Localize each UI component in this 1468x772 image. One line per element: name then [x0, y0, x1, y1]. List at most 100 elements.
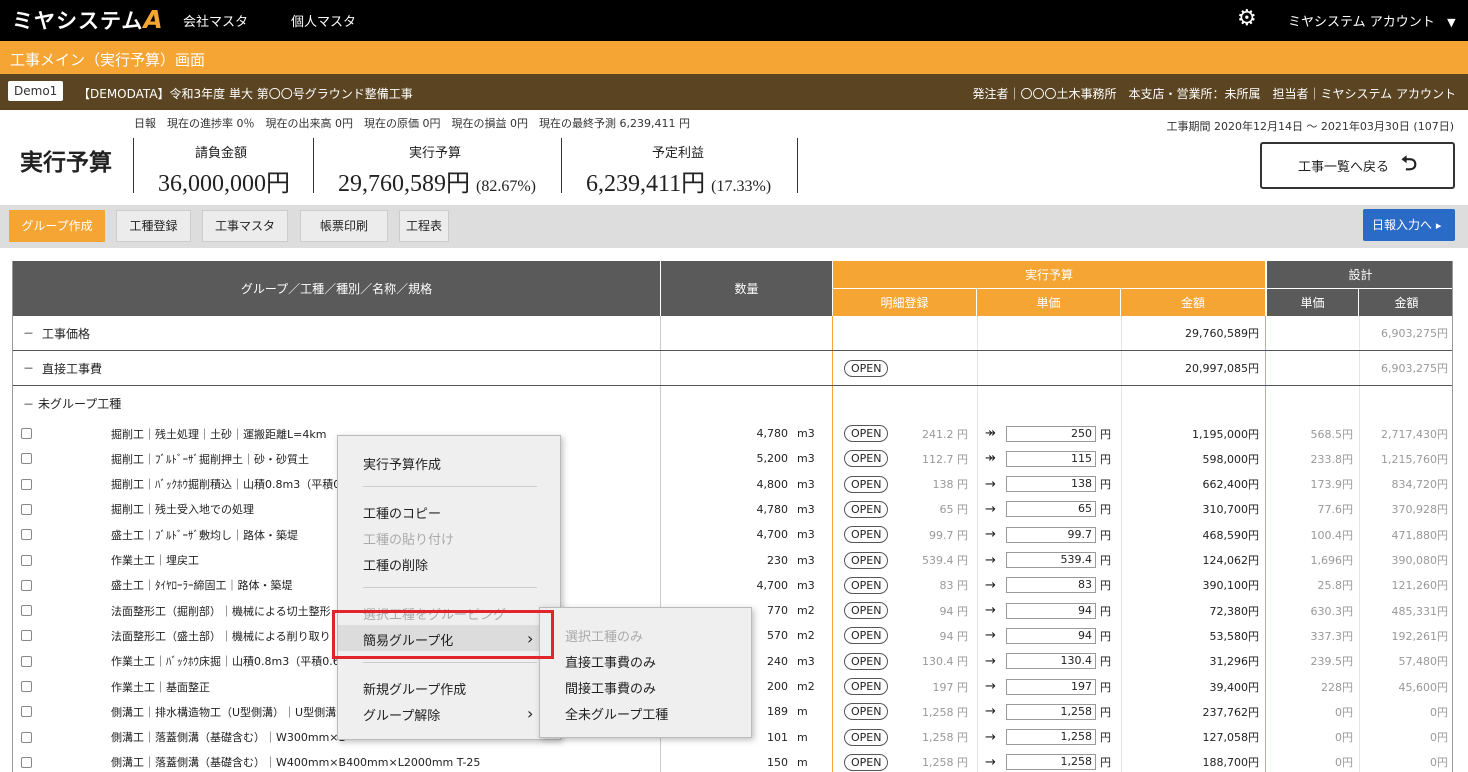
register-work-button[interactable]: 工種登録 — [116, 210, 191, 242]
col-header-name: グループ／工種／種別／名称／規格 — [13, 261, 660, 316]
col-header-budget: 実行予算 — [833, 261, 1265, 288]
base-unit-price: 94 円 — [939, 604, 969, 618]
open-button[interactable]: OPEN — [844, 359, 889, 377]
group-row-ungrouped[interactable]: － 未グループ工種 — [13, 386, 1452, 421]
unit-price-input[interactable]: 197 — [1006, 678, 1096, 695]
table-row[interactable]: 側溝工｜落蓋側溝（基礎含む）｜W400mm×B400mm×L2000mm T-2… — [13, 750, 1452, 772]
base-unit-price: 1,258 円 — [922, 731, 968, 745]
menu-create-budget[interactable]: 実行予算作成 — [363, 454, 441, 473]
unit-price-input[interactable]: 539.4 — [1006, 552, 1096, 568]
unit-price-input[interactable]: 94 — [1006, 602, 1096, 619]
amount: 598,000円 — [1202, 452, 1260, 466]
row-checkbox[interactable] — [21, 529, 32, 541]
menu-ungroup[interactable]: グループ解除 — [363, 705, 440, 724]
submenu-indirect-only[interactable]: 間接工事費のみ — [565, 678, 656, 697]
unit-price-input[interactable]: 115 — [1006, 450, 1096, 467]
design-amount: 485,331円 — [1391, 604, 1449, 618]
row-checkbox[interactable] — [21, 503, 32, 515]
row-checkbox[interactable] — [21, 756, 32, 768]
unit: m — [797, 730, 808, 744]
table-row[interactable]: 掘削工｜残土処理｜土砂｜運搬距離L=4km 4,780 m3 OPEN 241.2 円 ↠… — [13, 421, 1452, 446]
design-unit-price: 337.3円 — [1310, 629, 1354, 643]
design-unit-price: 173.9円 — [1310, 478, 1354, 492]
unit-price-input[interactable]: 1,258 — [1006, 703, 1096, 720]
open-button[interactable]: OPEN — [844, 551, 889, 569]
row-checkbox[interactable] — [21, 428, 32, 439]
daily-report-button[interactable]: 日報入力へ ▸ — [1363, 209, 1455, 241]
submenu-direct-only[interactable]: 直接工事費のみ — [565, 652, 656, 671]
row-checkbox[interactable] — [21, 579, 32, 591]
open-button[interactable]: OPEN — [844, 678, 889, 695]
base-unit-price: 99.7 円 — [929, 528, 968, 542]
row-checkbox[interactable] — [21, 655, 32, 667]
quantity: 770 — [767, 604, 788, 618]
yen-label: 円 — [1100, 604, 1111, 618]
row-checkbox[interactable] — [21, 453, 32, 465]
open-button[interactable]: OPEN — [844, 728, 889, 746]
table-row[interactable]: 掘削工｜ﾌﾞﾙﾄﾞｰｻﾞ掘削押土｜砂・砂質土 5,200 m3 OPEN 112.7 円… — [13, 446, 1452, 471]
row-checkbox[interactable] — [21, 554, 32, 566]
contract-label: 請負金額 — [195, 146, 248, 161]
unit-price-input[interactable]: 99.7 — [1006, 526, 1096, 543]
open-button[interactable]: OPEN — [844, 500, 889, 518]
unit-price-input[interactable]: 1,258 — [1006, 754, 1096, 771]
unit-price-input[interactable]: 65 — [1006, 501, 1096, 518]
design-unit-price: 0円 — [1335, 705, 1353, 719]
collapse-toggle[interactable]: － — [23, 351, 34, 385]
open-button[interactable]: OPEN — [844, 526, 889, 544]
context-menu: 実行予算作成 工種のコピー 工種の貼り付け 工種の削除 選択工種をグルーピング … — [337, 435, 561, 740]
unit-price-input[interactable]: 83 — [1006, 577, 1096, 594]
menu-new-group[interactable]: 新規グループ作成 — [363, 679, 466, 698]
open-button[interactable]: OPEN — [844, 627, 889, 645]
unit: m3 — [797, 452, 815, 466]
yen-label: 円 — [1100, 731, 1111, 745]
amount: 31,296円 — [1209, 655, 1260, 669]
yen-label: 円 — [1100, 579, 1111, 593]
row-checkbox[interactable] — [21, 605, 32, 617]
collapse-toggle[interactable]: － — [23, 386, 34, 421]
table-row[interactable]: 盛土工｜ﾀｲﾔﾛｰﾗｰ締固工｜路体・築堤 4,700 m3 OPEN 83 円 → 83 円 3… — [13, 573, 1452, 598]
row-checkbox[interactable] — [21, 706, 32, 718]
col-header-design-amount: 金額 — [1359, 289, 1452, 316]
back-to-list-button[interactable]: 工事一覧へ戻る ⮌ — [1260, 142, 1455, 189]
open-button[interactable]: OPEN — [844, 576, 889, 594]
group-row-construction-price[interactable]: － 工事価格 29,760,589円 6,903,275円 — [13, 316, 1452, 351]
create-group-button[interactable]: グループ作成 — [9, 210, 105, 242]
collapse-toggle[interactable]: － — [23, 316, 34, 350]
row-checkbox[interactable] — [21, 478, 32, 490]
open-button[interactable]: OPEN — [844, 450, 889, 468]
nav-personal-master[interactable]: 個人マスタ — [291, 11, 356, 30]
table-row[interactable]: 掘削工｜残土受入地での処理 4,780 m3 OPEN 65 円 → 65 円 310,700円… — [13, 497, 1452, 522]
design-amount: 45,600円 — [1398, 680, 1449, 694]
table-row[interactable]: 掘削工｜ﾊﾞｯｸﾎｳ掘削積込｜山積0.8m3（平積0.6 4,800 m3 OPEN 1… — [13, 472, 1452, 497]
unit-price-input[interactable]: 94 — [1006, 627, 1096, 644]
open-button[interactable]: OPEN — [844, 475, 889, 493]
schedule-button[interactable]: 工程表 — [399, 210, 449, 242]
open-button[interactable]: OPEN — [844, 753, 889, 771]
open-button[interactable]: OPEN — [844, 652, 889, 670]
work-master-button[interactable]: 工事マスタ — [202, 210, 288, 242]
unit-price-input[interactable]: 250 — [1006, 425, 1096, 442]
base-unit-price: 83 円 — [939, 579, 969, 593]
unit-price-input[interactable]: 130.4 — [1006, 653, 1096, 670]
row-checkbox[interactable] — [21, 731, 32, 743]
table-row[interactable]: 盛土工｜ﾌﾞﾙﾄﾞｰｻﾞ敷均し｜路体・築堤 4,700 m3 OPEN 99.7 円 → 9… — [13, 522, 1452, 547]
unit-price-input[interactable]: 1,258 — [1006, 729, 1096, 746]
submenu-all-ungrouped[interactable]: 全未グループ工種 — [565, 704, 668, 723]
base-unit-price: 138 円 — [932, 478, 969, 492]
menu-delete-work[interactable]: 工種の削除 — [363, 555, 428, 574]
gear-icon[interactable]: ⚙ — [1237, 8, 1257, 30]
row-checkbox[interactable] — [21, 681, 32, 692]
open-button[interactable]: OPEN — [844, 602, 889, 620]
open-button[interactable]: OPEN — [844, 703, 889, 721]
menu-copy-work[interactable]: 工種のコピー — [363, 503, 441, 522]
row-checkbox[interactable] — [21, 630, 32, 642]
app-logo[interactable]: ミヤシステムA — [12, 5, 164, 35]
print-forms-button[interactable]: 帳票印刷 — [300, 210, 388, 242]
nav-company-master[interactable]: 会社マスタ — [183, 11, 248, 30]
open-button[interactable]: OPEN — [844, 425, 889, 442]
unit-price-input[interactable]: 138 — [1006, 476, 1096, 493]
table-row[interactable]: 作業土工｜埋戻工 230 m3 OPEN 539.4 円 → 539.4 円 124,062円 1… — [13, 548, 1452, 573]
group-row-direct-cost[interactable]: － 直接工事費 OPEN 20,997,085円 6,903,275円 — [13, 351, 1452, 386]
account-menu[interactable]: ミヤシステム アカウント ▼ — [1288, 11, 1456, 30]
